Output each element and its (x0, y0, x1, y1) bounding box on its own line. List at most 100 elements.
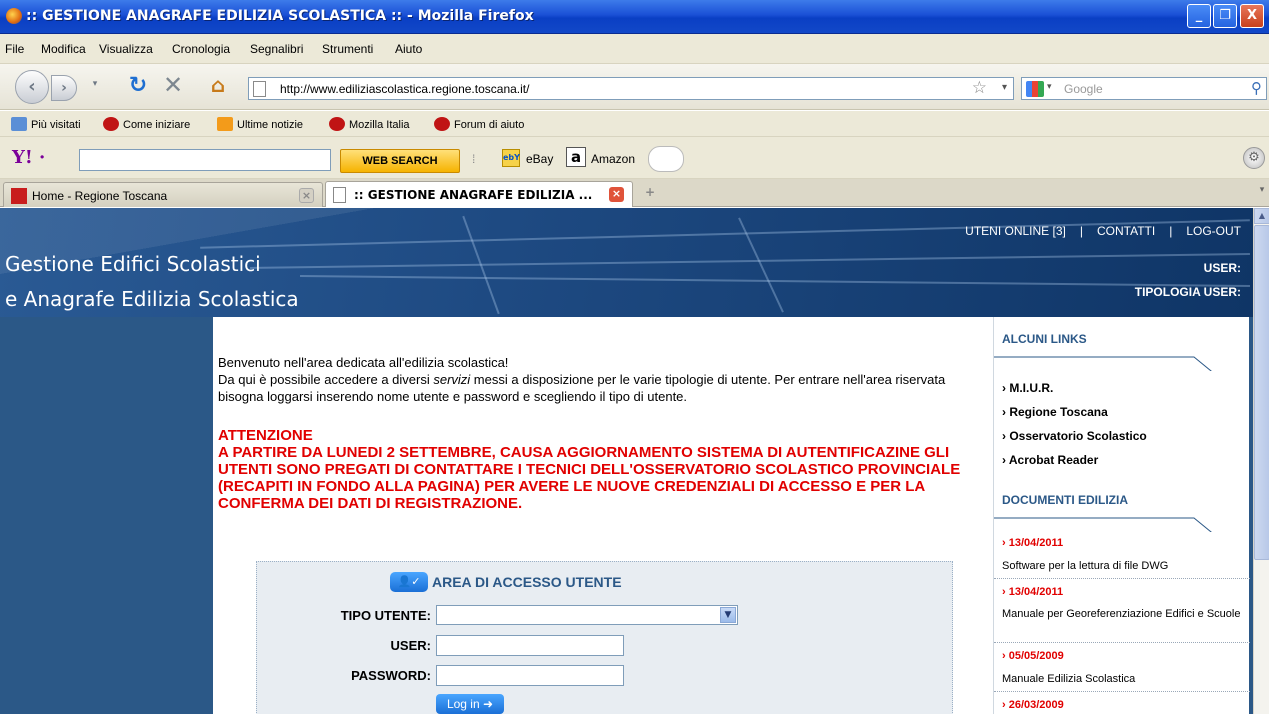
new-tab-icon[interactable]: + (643, 185, 657, 199)
header-links: UTENI ONLINE [3] | CONTATTI | LOG-OUT (965, 224, 1241, 238)
doc-divider (994, 691, 1250, 692)
web-page: Gestione Edifici Scolastici e Anagrafe E… (0, 208, 1253, 714)
scroll-up-icon[interactable]: ▲ (1254, 208, 1269, 224)
link-acrobat-reader[interactable]: › Acrobat Reader (1002, 453, 1098, 467)
reload-icon[interactable]: ↻ (127, 73, 149, 98)
page-icon (253, 81, 266, 97)
link-miur[interactable]: › M.I.U.R. (1002, 381, 1053, 395)
search-placeholder[interactable]: Google (1064, 82, 1103, 96)
scrollbar-thumb[interactable] (1254, 225, 1269, 560)
link-osservatorio-scolastico[interactable]: › Osservatorio Scolastico (1002, 429, 1147, 443)
window-title-bar: :: GESTIONE ANAGRAFE EDILIZIA SCOLASTICA… (0, 0, 1269, 34)
menu-cronologia[interactable]: Cronologia (172, 42, 230, 56)
bookmark-forum-di-aiuto[interactable]: Forum di aiuto (434, 117, 524, 131)
maximize-button[interactable]: ❐ (1213, 4, 1237, 28)
vertical-scrollbar[interactable]: ▲ (1253, 208, 1269, 714)
user-check-icon: 👤✓ (390, 572, 428, 592)
user-label: USER: (1203, 261, 1241, 275)
yahoo-search-input[interactable] (79, 149, 331, 171)
google-icon[interactable] (1026, 81, 1044, 97)
history-dropdown-icon[interactable]: ▾ (89, 79, 101, 89)
right-sidebar: ALCUNI LINKS › M.I.U.R. › Regione Toscan… (993, 317, 1253, 714)
password-label: PASSWORD: (351, 668, 431, 683)
tab-gestione-anagrafe[interactable]: :: GESTIONE ANAGRAFE EDILIZIA ... × (325, 181, 633, 207)
welcome-text: Benvenuto nell'area dedicata all'edilizi… (218, 354, 978, 405)
minimize-button[interactable]: _ (1187, 4, 1211, 28)
close-tab-icon[interactable]: × (609, 187, 624, 202)
bookmark-come-iniziare[interactable]: Come iniziare (103, 117, 190, 131)
web-search-button[interactable]: WEB SEARCH (340, 149, 460, 173)
banner-beam (300, 275, 1250, 287)
search-engine-dropdown-icon[interactable]: ▾ (1047, 82, 1052, 92)
ebay-icon[interactable]: ebY (502, 149, 520, 167)
amazon-link[interactable]: Amazon (591, 152, 635, 166)
heading-divider (994, 517, 1212, 532)
tab-list-dropdown-icon[interactable]: ▾ (1257, 185, 1267, 195)
menu-bar: File Modifica Visualizza Cronologia Segn… (0, 34, 1269, 64)
login-heading: 👤✓ AREA DI ACCESSO UTENTE (390, 572, 622, 592)
bookmark-piu-visitati[interactable]: Più visitati (11, 117, 81, 131)
doc-divider (994, 642, 1250, 643)
doc-date: › 05/05/2009 (1002, 650, 1064, 662)
bookmark-star-icon[interactable]: ☆ (972, 78, 987, 98)
search-icon[interactable]: ⚲ (1251, 79, 1262, 97)
menu-file[interactable]: File (5, 42, 24, 56)
user-type-label: TIPOLOGIA USER: (1134, 285, 1241, 299)
mozilla-icon (329, 117, 345, 131)
password-input[interactable] (436, 665, 624, 686)
menu-strumenti[interactable]: Strumenti (322, 42, 373, 56)
login-button[interactable]: Log in ➜ (436, 694, 504, 714)
bookmark-ultime-notizie[interactable]: Ultime notizie (217, 117, 303, 131)
back-icon[interactable]: ‹ (15, 70, 49, 104)
user-type-select[interactable]: ▼ (436, 605, 738, 625)
amazon-icon[interactable]: a (566, 147, 586, 167)
contacts-link[interactable]: CONTATTI (1097, 224, 1155, 238)
bookmarks-bar: Più visitati Come iniziare Ultime notizi… (0, 111, 1269, 137)
search-bar[interactable]: ▾ Google ⚲ (1021, 77, 1267, 100)
menu-modifica[interactable]: Modifica (41, 42, 86, 56)
logout-link[interactable]: LOG-OUT (1186, 224, 1241, 238)
settings-gear-icon[interactable]: ⚙ (1243, 147, 1265, 169)
doc-link[interactable]: Manuale Edilizia Scolastica (1002, 672, 1252, 687)
yahoo-toolbar: Y! · WEB SEARCH ⁞ ebY eBay a Amazon ⚙ (0, 137, 1269, 179)
folder-icon (11, 117, 27, 131)
left-sidebar (0, 317, 213, 714)
pencil-icon[interactable] (648, 146, 684, 172)
close-tab-icon[interactable]: × (299, 188, 314, 203)
username-label: USER: (390, 638, 431, 653)
address-bar[interactable]: http://www.ediliziascolastica.regione.to… (248, 77, 1014, 100)
doc-link[interactable]: Manuale per Georeferenziazione Edifici e… (1002, 607, 1252, 622)
menu-segnalibri[interactable]: Segnalibri (250, 42, 303, 56)
chevron-down-icon[interactable]: ▼ (720, 607, 736, 623)
username-input[interactable] (436, 635, 624, 656)
link-regione-toscana[interactable]: › Regione Toscana (1002, 405, 1108, 419)
heading-divider (994, 356, 1212, 371)
site-header-banner: Gestione Edifici Scolastici e Anagrafe E… (0, 208, 1253, 317)
doc-date: › 13/04/2011 (1002, 586, 1064, 598)
login-panel: 👤✓ AREA DI ACCESSO UTENTE TIPO UTENTE: ▼ … (256, 561, 953, 714)
welcome-line: Benvenuto nell'area dedicata all'edilizi… (218, 355, 509, 370)
users-online-link[interactable]: UTENI ONLINE [3] (965, 224, 1066, 238)
tab-home-regione-toscana[interactable]: Home - Regione Toscana × (3, 182, 323, 207)
menu-aiuto[interactable]: Aiuto (395, 42, 422, 56)
close-window-button[interactable]: X (1240, 4, 1264, 28)
mozilla-icon (434, 117, 450, 131)
regione-toscana-favicon-icon (11, 188, 27, 204)
banner-beam (250, 253, 1250, 269)
url-text[interactable]: http://www.ediliziascolastica.regione.to… (280, 82, 529, 96)
doc-divider (994, 578, 1250, 579)
doc-link[interactable]: Software per la lettura di file DWG (1002, 559, 1252, 574)
home-icon[interactable]: ⌂ (206, 73, 230, 97)
warning-notice: ATTENZIONE A PARTIRE DA LUNEDI 2 SETTEMB… (218, 427, 988, 512)
url-dropdown-icon[interactable]: ▾ (1002, 82, 1007, 93)
forward-icon[interactable]: › (51, 75, 77, 101)
stop-icon[interactable]: ✕ (161, 71, 185, 99)
documents-heading: DOCUMENTI EDILIZIA (1002, 493, 1128, 507)
rss-icon (217, 117, 233, 131)
site-title-line2: e Anagrafe Edilizia Scolastica (5, 287, 299, 311)
ebay-link[interactable]: eBay (526, 152, 553, 166)
menu-visualizza[interactable]: Visualizza (99, 42, 153, 56)
bookmark-mozilla-italia[interactable]: Mozilla Italia (329, 117, 410, 131)
page-icon (333, 187, 346, 203)
yahoo-logo-icon[interactable]: Y! · (12, 147, 45, 168)
